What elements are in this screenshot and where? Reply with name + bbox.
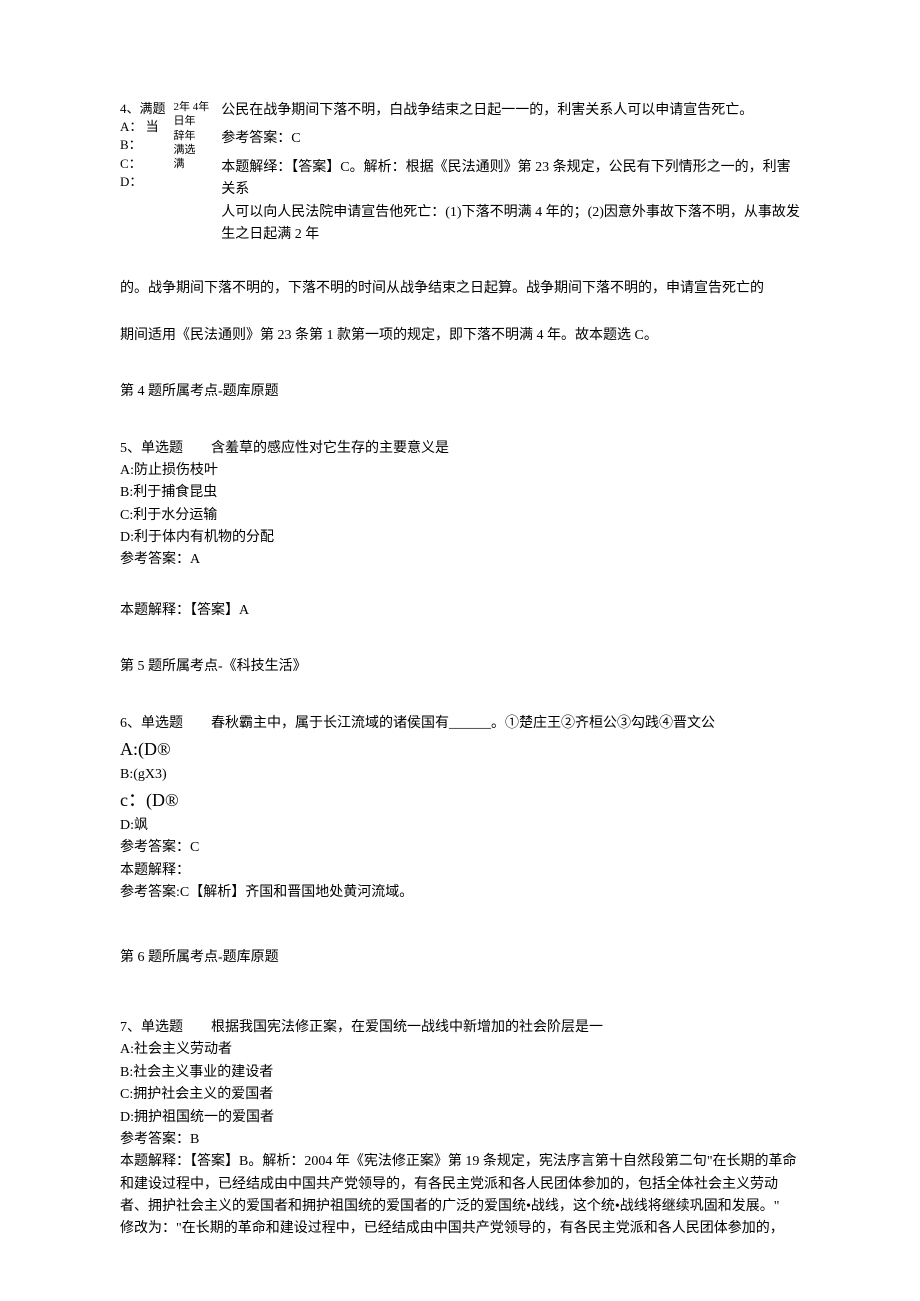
q6-explain-label: 本题解释： [120, 860, 800, 882]
q4-number-row: 4、满题 [120, 100, 166, 118]
q4-answer: 参考答案：C [221, 128, 800, 150]
q4-explain-line1: 本题解绎：【答案】C。解析：根据《民法通则》第 23 条规定，公民有下列情形之一… [221, 157, 800, 202]
q4-mid-r5: 满 [174, 157, 210, 171]
q6-point: 第 6 题所属考点-题库原题 [120, 947, 800, 969]
q4-explain-line2: 人可以向人民法院申请宣告他死亡：(1)下落不明满 4 年的；(2)因意外事故下落… [221, 202, 800, 224]
q4-stem: 公民在战争期间下落不明，白战争结束之日起一一的，利害关系人可以申请宣告死亡。 [221, 100, 800, 122]
q6-option-a: A:(D® [120, 735, 800, 764]
q4-option-d-label: D： [120, 173, 166, 191]
q7-stem: 7、单选题 根据我国宪法修正案，在爱国统一战线中新增加的社会阶层是一 [120, 1017, 800, 1039]
q4-mid-r2: 日年 [174, 114, 210, 128]
q7-explain-line2: 和建设过程中，已经结成由中国共产党领导的，有各民主党派和各人民团体参加的，包括全… [120, 1174, 800, 1196]
q6-stem: 6、单选题 春秋霸主中，属于长江流域的诸侯国有______。①楚庄王②齐桓公③勾… [120, 713, 800, 735]
q7-option-c: C:拥护社会主义的爱国者 [120, 1084, 800, 1106]
q7-explain-line3: 者、拥护社会主义的爱国者和拥护祖国统的爱国者的广泛的爱国统•战线，这个统•战线将… [120, 1196, 800, 1218]
q4-explain-line3: 生之日起满 2 年 [221, 224, 800, 246]
q4-explain-p1: 的。战争期间下落不明的，下落不明的时间从战争结束之日起算。战争期间下落不明的，申… [120, 278, 800, 300]
q5-explain: 本题解释：【答案】A [120, 600, 800, 622]
q5-point: 第 5 题所属考点-《科技生活》 [120, 656, 800, 678]
q7-answer: 参考答案：B [120, 1129, 800, 1151]
q7-option-b: B:社会主义事业的建设者 [120, 1062, 800, 1084]
q4-header-block: 4、满题 A： 当 B： C： D： 2年 4年 日年 辞年 满选 满 公民在战… [120, 100, 800, 246]
q4-explain-p2: 期间适用《民法通则》第 23 条第 1 款第一项的规定，即下落不明满 4 年。故… [120, 325, 800, 347]
q7-option-d: D:拥护祖国统一的爱国者 [120, 1107, 800, 1129]
q4-mid-r3: 辞年 [174, 129, 210, 143]
q6-option-b: B:(gX3) [120, 764, 800, 786]
q6-answer: 参考答案：C [120, 837, 800, 859]
q7-explain-line1: 本题解释：【答案】B。解析：2004 年《宪法修正案》第 19 条规定，宪法序言… [120, 1151, 800, 1173]
q4-mid-r4: 满选 [174, 143, 210, 157]
q4-option-c-label: C： [120, 155, 166, 173]
q4-mid-column: 2年 4年 日年 辞年 满选 满 [174, 100, 222, 171]
q4-option-b-label: B： [120, 136, 166, 154]
q7-explain-line4: 修改为："在长期的革命和建设过程中，已经结成由中国共产党领导的，有各民主党派和各… [120, 1218, 800, 1240]
q4-left-column: 4、满题 A： 当 B： C： D： [120, 100, 174, 191]
q4-mid-r1: 2年 4年 [174, 100, 210, 114]
q5-answer: 参考答案：A [120, 549, 800, 571]
q4-right-column: 公民在战争期间下落不明，白战争结束之日起一一的，利害关系人可以申请宣告死亡。 参… [221, 100, 800, 246]
q5-option-c: C:利于水分运输 [120, 505, 800, 527]
q7-option-a: A:社会主义劳动者 [120, 1039, 800, 1061]
q4-option-a-label: A： 当 [120, 118, 166, 136]
q5-option-b: B:利于捕食昆虫 [120, 482, 800, 504]
q6-option-c: c：(D® [120, 786, 800, 815]
q6-option-d: D:飒 [120, 815, 800, 837]
q5-option-d: D:利于体内有机物的分配 [120, 527, 800, 549]
q5-stem: 5、单选题 含羞草的感应性对它生存的主要意义是 [120, 438, 800, 460]
q4-point: 第 4 题所属考点-题库原题 [120, 381, 800, 403]
q5-option-a: A:防止损伤枝叶 [120, 460, 800, 482]
q6-explain: 参考答案:C【解析】齐国和晋国地处黄河流域。 [120, 882, 800, 904]
